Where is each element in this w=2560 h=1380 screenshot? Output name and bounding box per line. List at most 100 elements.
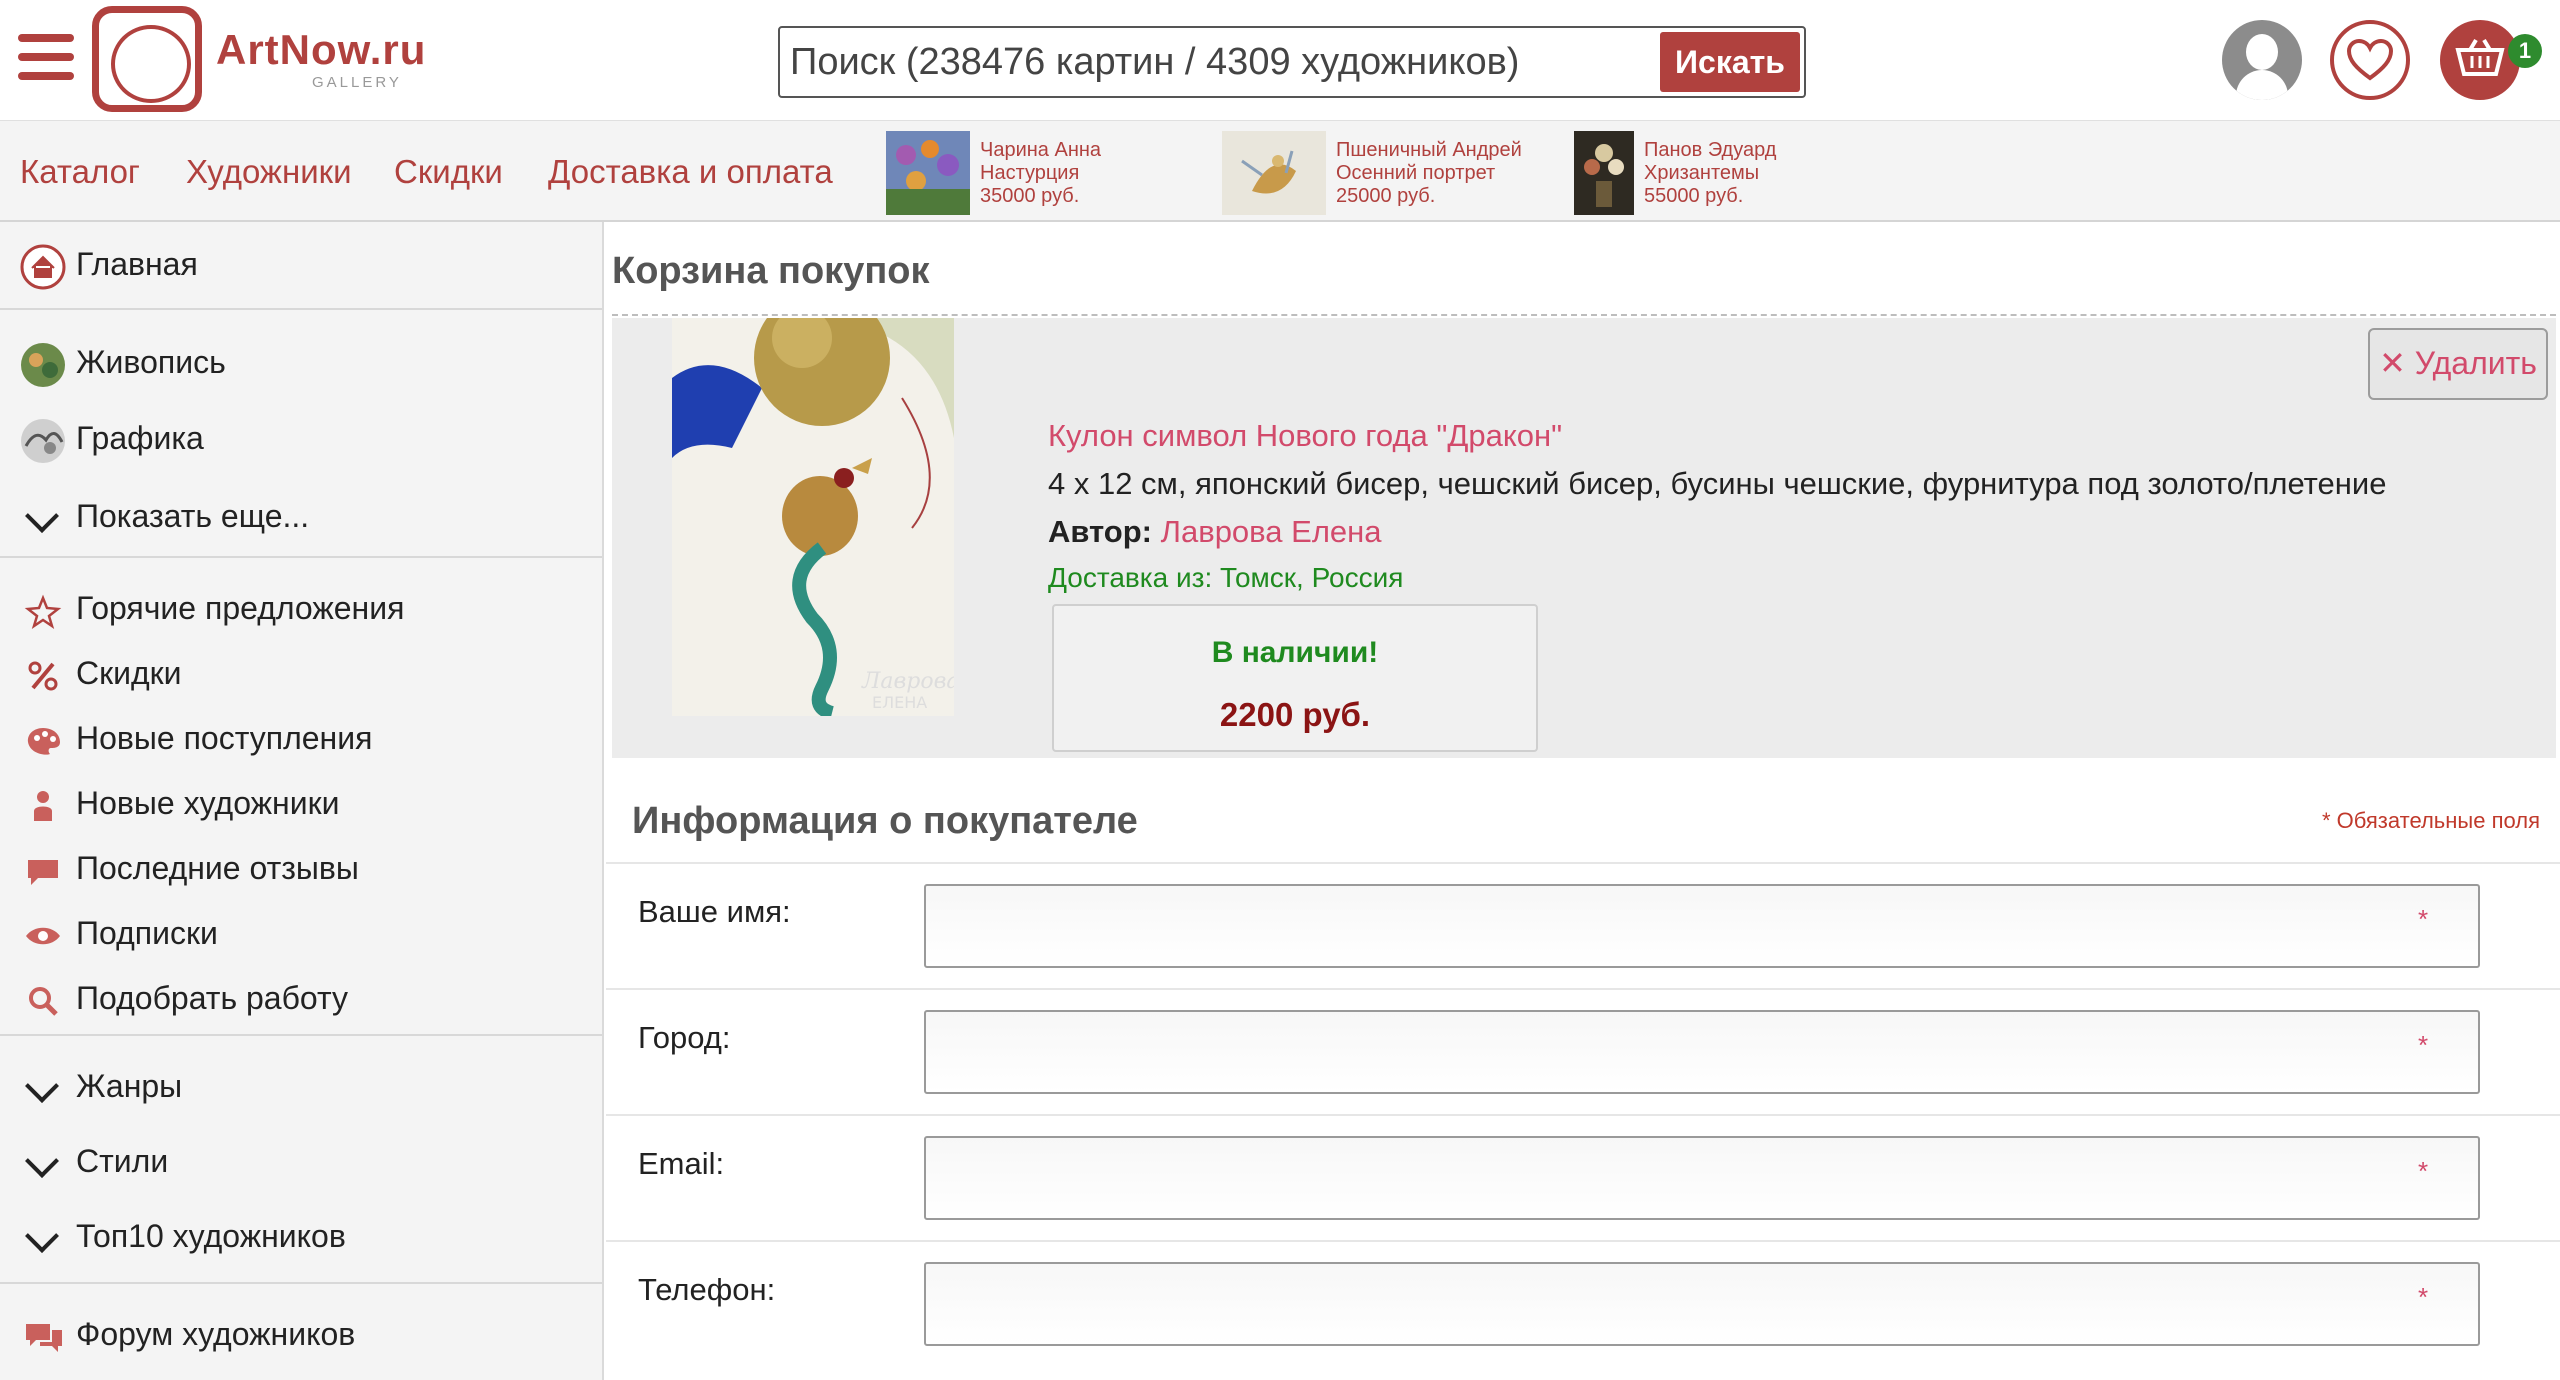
sidebar-item-label: Подписки: [76, 915, 218, 951]
form-row-name: Ваше имя: *: [606, 862, 2560, 988]
required-fields-note: * Обязательные поля: [2321, 808, 2540, 833]
sidebar-item-graphics[interactable]: Графика: [0, 408, 602, 468]
page-title: Корзина покупок: [612, 250, 930, 292]
logo-text[interactable]: ArtNow.ru: [216, 26, 426, 74]
percent-icon: [20, 653, 66, 699]
promo-thumbnail[interactable]: [1222, 131, 1326, 215]
sidebar-item-label: Стили: [76, 1143, 169, 1179]
main-content: Корзина покупок Лаврова ЕЛЕНА ✕ Удалить: [606, 222, 2560, 1380]
form-row-phone: Телефон: *: [606, 1240, 2560, 1366]
logo-subtitle: GALLERY: [312, 74, 402, 91]
logo-icon[interactable]: [92, 6, 202, 112]
home-icon: [20, 244, 66, 290]
promo-artist: Пшеничный Андрей: [1336, 139, 1522, 161]
field-label: Email:: [638, 1146, 725, 1181]
required-mark: *: [2418, 1030, 2429, 1060]
search-button[interactable]: Искать: [1660, 32, 1800, 92]
field-label: Ваше имя:: [638, 894, 791, 929]
sidebar-item-hot-offers[interactable]: Горячие предложения: [0, 578, 602, 638]
form-row-city: Город: *: [606, 988, 2560, 1114]
sidebar-group-top10[interactable]: Топ10 художников: [0, 1206, 602, 1266]
sidebar-item-label: Последние отзывы: [76, 850, 359, 886]
availability-status: В наличии!: [1211, 636, 1379, 669]
sidebar-item-label: Новые поступления: [76, 720, 373, 756]
city-field[interactable]: [924, 1010, 2480, 1094]
painting-icon: [20, 342, 66, 388]
sidebar-divider: [0, 308, 602, 310]
sidebar-item-find-work[interactable]: Подобрать работу: [0, 968, 602, 1028]
search-icon: [20, 978, 66, 1024]
delete-button[interactable]: ✕ Удалить: [2368, 328, 2548, 400]
site-header: ArtNow.ru GALLERY Искать 1: [0, 0, 2560, 120]
promo-price: 25000 руб.: [1336, 185, 1436, 207]
basket-icon[interactable]: [2440, 20, 2520, 100]
palette-icon: [20, 718, 66, 764]
sidebar-item-new-arrivals[interactable]: Новые поступления: [0, 708, 602, 768]
nav-discounts[interactable]: Скидки: [394, 153, 503, 191]
email-field[interactable]: [924, 1136, 2480, 1220]
chevron-down-icon: [25, 1069, 59, 1103]
cart-item: Лаврова ЕЛЕНА ✕ Удалить Кулон символ Нов…: [612, 318, 2556, 758]
hamburger-icon[interactable]: [18, 34, 74, 80]
sidebar-item-label: Живопись: [76, 344, 226, 380]
cart-count-badge: 1: [2508, 34, 2542, 68]
sidebar-item-reviews[interactable]: Последние отзывы: [0, 838, 602, 898]
sidebar-item-painting[interactable]: Живопись: [0, 332, 602, 392]
sidebar-group-genres[interactable]: Жанры: [0, 1056, 602, 1116]
heart-icon[interactable]: [2330, 20, 2410, 100]
sidebar-item-label: Графика: [76, 420, 204, 456]
sidebar-item-label: Горячие предложения: [76, 590, 405, 626]
promo-thumbnail[interactable]: [886, 131, 970, 215]
sidebar-divider: [0, 556, 602, 558]
sidebar: Главная Живопись Графика Показать еще...…: [0, 222, 604, 1380]
promo-title: Настурция: [980, 162, 1080, 184]
form-row-email: Email: *: [606, 1114, 2560, 1240]
nav-catalog[interactable]: Каталог: [20, 153, 140, 191]
search-input[interactable]: [790, 36, 1630, 88]
svg-text:Лаврова: Лаврова: [861, 669, 954, 694]
sidebar-item-new-artists[interactable]: Новые художники: [0, 773, 602, 833]
sidebar-item-label: Новые художники: [76, 785, 340, 821]
product-description: 4 x 12 см, японский бисер, чешский бисер…: [1048, 466, 2387, 501]
required-mark: *: [2418, 1282, 2429, 1312]
required-mark: *: [2418, 1156, 2429, 1186]
sidebar-show-more[interactable]: Показать еще...: [0, 486, 602, 546]
availability-box: В наличии! 2200 руб.: [1052, 604, 1538, 752]
sidebar-item-label: Главная: [76, 246, 198, 282]
product-price: 2200 руб.: [1219, 696, 1371, 733]
promo-price: 55000 руб.: [1644, 185, 1744, 207]
shipping-info: Доставка из: Томск, Россия: [1048, 562, 1404, 593]
chevron-down-icon: [25, 1144, 59, 1178]
buyer-info-title: Информация о покупателе: [632, 800, 1138, 842]
sidebar-item-label: Жанры: [76, 1068, 183, 1104]
nav-artists[interactable]: Художники: [186, 153, 352, 191]
sidebar-group-styles[interactable]: Стили: [0, 1131, 602, 1191]
sidebar-item-label: Форум художников: [76, 1316, 356, 1352]
user-icon[interactable]: [2222, 20, 2302, 100]
author-link[interactable]: Лаврова Елена: [1161, 514, 1382, 549]
required-mark: *: [2418, 904, 2429, 934]
sidebar-divider: [0, 1282, 602, 1284]
sidebar-item-label: Подобрать работу: [76, 980, 349, 1016]
svg-text:ЕЛЕНА: ЕЛЕНА: [872, 693, 927, 712]
promo-thumbnail[interactable]: [1574, 131, 1634, 215]
product-title-link[interactable]: Кулон символ Нового года "Дракон": [1048, 418, 1562, 454]
chat-icon: [20, 1314, 66, 1360]
sidebar-item-subscriptions[interactable]: Подписки: [0, 903, 602, 963]
sidebar-item-home[interactable]: Главная: [0, 234, 602, 294]
name-field[interactable]: [924, 884, 2480, 968]
field-label: Телефон:: [638, 1272, 776, 1307]
sidebar-item-label: Топ10 художников: [76, 1218, 346, 1254]
product-author: Автор: Лаврова Елена: [1048, 514, 1382, 550]
sidebar-item-forum[interactable]: Форум художников: [0, 1304, 602, 1364]
person-icon: [20, 783, 66, 829]
author-label: Автор:: [1048, 514, 1153, 549]
nav-delivery[interactable]: Доставка и оплата: [548, 153, 833, 191]
search-bar: Искать: [778, 26, 1806, 98]
sidebar-item-discounts[interactable]: Скидки: [0, 643, 602, 703]
promo-title: Осенний портрет: [1336, 162, 1496, 184]
phone-field[interactable]: [924, 1262, 2480, 1346]
sidebar-item-label: Показать еще...: [76, 498, 310, 534]
product-image[interactable]: Лаврова ЕЛЕНА: [672, 318, 954, 716]
promo-artist: Панов Эдуард: [1644, 139, 1777, 161]
